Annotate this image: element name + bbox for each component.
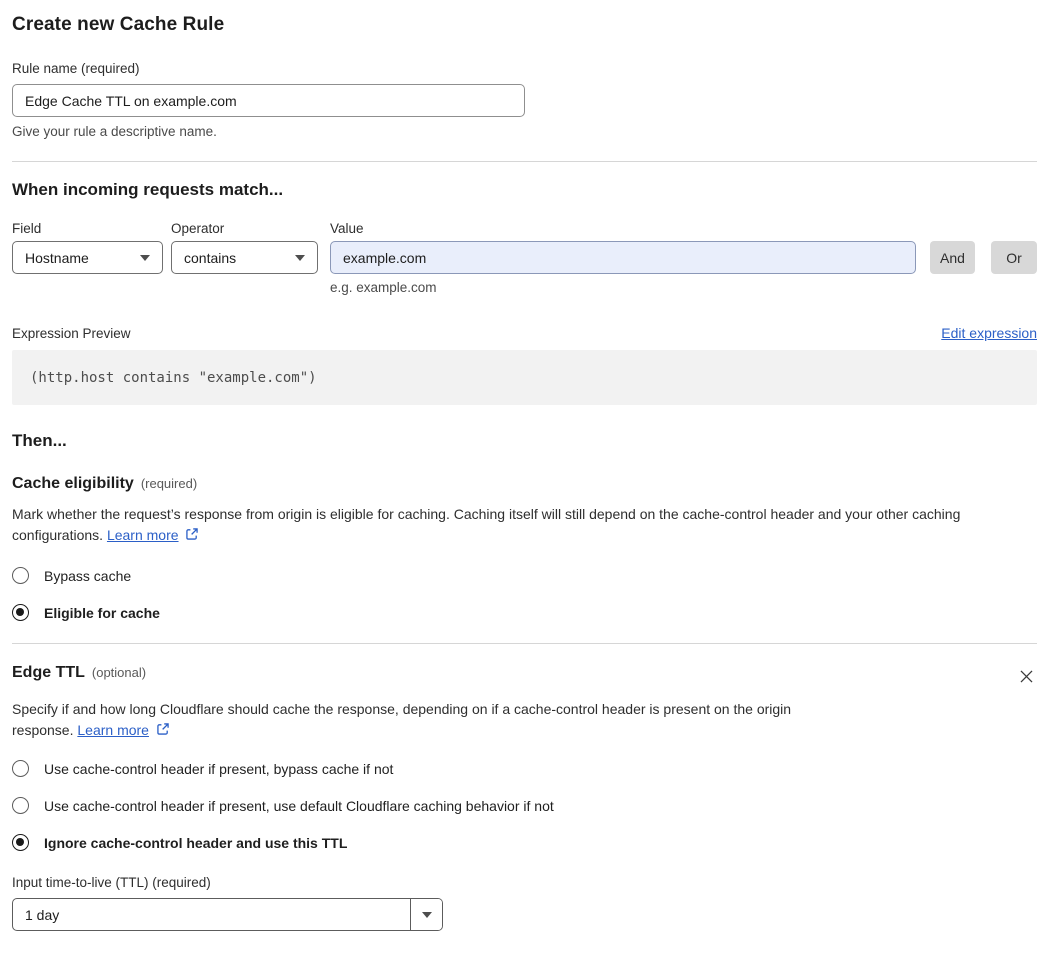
value-help: e.g. example.com: [330, 280, 437, 295]
then-heading: Then...: [12, 431, 67, 450]
rule-name-label: Rule name (required): [12, 61, 140, 76]
external-link-icon: [185, 526, 199, 547]
radio-icon[interactable]: [12, 797, 29, 814]
edge-ttl-qualifier: (optional): [91, 665, 147, 680]
ttl-select[interactable]: 1 day: [12, 898, 443, 931]
close-icon: [1018, 670, 1035, 688]
field-select[interactable]: Hostname: [12, 241, 163, 274]
divider: [12, 643, 1037, 644]
create-cache-rule-form: Create new Cache Rule Rule name (require…: [0, 0, 1058, 961]
radio-option-label: Ignore cache-control header and use this…: [44, 834, 348, 851]
radio-icon[interactable]: [12, 834, 29, 851]
field-label: Field: [12, 221, 42, 236]
page-title: Create new Cache Rule: [12, 14, 225, 35]
expression-preview-row: Expression Preview Edit expression: [12, 325, 1037, 341]
ttl-select-arrow-button[interactable]: [410, 899, 442, 930]
edit-expression-link[interactable]: Edit expression: [941, 325, 1037, 341]
expression-preview-label: Expression Preview: [12, 326, 131, 341]
external-link-icon: [156, 721, 170, 742]
ttl-label: Input time-to-live (TTL) (required): [12, 875, 211, 890]
radio-option-label: Use cache-control header if present, byp…: [44, 760, 394, 777]
rule-name-help: Give your rule a descriptive name.: [12, 124, 217, 139]
radio-icon[interactable]: [12, 760, 29, 777]
match-heading: When incoming requests match...: [12, 180, 284, 199]
edge-ttl-description: Specify if and how long Cloudflare shoul…: [12, 699, 852, 742]
rule-name-input[interactable]: [12, 84, 525, 117]
edge-ttl-options: Use cache-control header if present, byp…: [12, 760, 1037, 851]
radio-option-label: Eligible for cache: [44, 604, 160, 621]
value-label: Value: [330, 221, 364, 236]
learn-more-link[interactable]: Learn more: [77, 722, 149, 738]
match-labels-row: Field Operator Value: [12, 221, 1037, 236]
expression-preview-code: (http.host contains "example.com"): [12, 350, 1037, 405]
ttl-select-value: 1 day: [25, 906, 60, 923]
chevron-down-icon: [140, 254, 150, 261]
radio-option-label: Bypass cache: [44, 567, 132, 584]
radio-option-ignore-header-ttl[interactable]: Ignore cache-control header and use this…: [12, 834, 1037, 851]
chevron-down-icon: [421, 911, 432, 918]
cache-eligibility-heading: Cache eligibility: [12, 475, 134, 492]
learn-more-link[interactable]: Learn more: [107, 527, 179, 543]
radio-option-use-header-bypass[interactable]: Use cache-control header if present, byp…: [12, 760, 1037, 777]
operator-select-value: contains: [184, 249, 237, 266]
divider: [12, 161, 1037, 162]
operator-select[interactable]: contains: [171, 241, 318, 274]
and-button[interactable]: And: [930, 241, 975, 274]
cache-eligibility-options: Bypass cache Eligible for cache: [12, 567, 1037, 621]
radio-option-label: Use cache-control header if present, use…: [44, 797, 554, 814]
edge-ttl-heading: Edge TTL: [12, 664, 85, 681]
match-controls-row: Hostname contains And Or: [12, 241, 1037, 274]
cache-eligibility-header: Cache eligibility (required): [12, 475, 1037, 493]
edge-ttl-header: Edge TTL (optional): [12, 664, 1037, 690]
radio-icon[interactable]: [12, 567, 29, 584]
cache-eligibility-qualifier: (required): [140, 476, 198, 491]
cache-eligibility-description: Mark whether the request’s response from…: [12, 504, 1037, 547]
radio-icon[interactable]: [12, 604, 29, 621]
radio-option-bypass-cache[interactable]: Bypass cache: [12, 567, 1037, 584]
or-button[interactable]: Or: [991, 241, 1037, 274]
close-edge-ttl-button[interactable]: [1016, 666, 1037, 690]
radio-option-eligible-for-cache[interactable]: Eligible for cache: [12, 604, 1037, 621]
radio-option-use-header-default[interactable]: Use cache-control header if present, use…: [12, 797, 1037, 814]
edge-ttl-heading-row: Edge TTL (optional): [12, 664, 146, 682]
chevron-down-icon: [295, 254, 305, 261]
operator-label: Operator: [171, 221, 225, 236]
field-select-value: Hostname: [25, 249, 89, 266]
value-input[interactable]: [330, 241, 916, 274]
